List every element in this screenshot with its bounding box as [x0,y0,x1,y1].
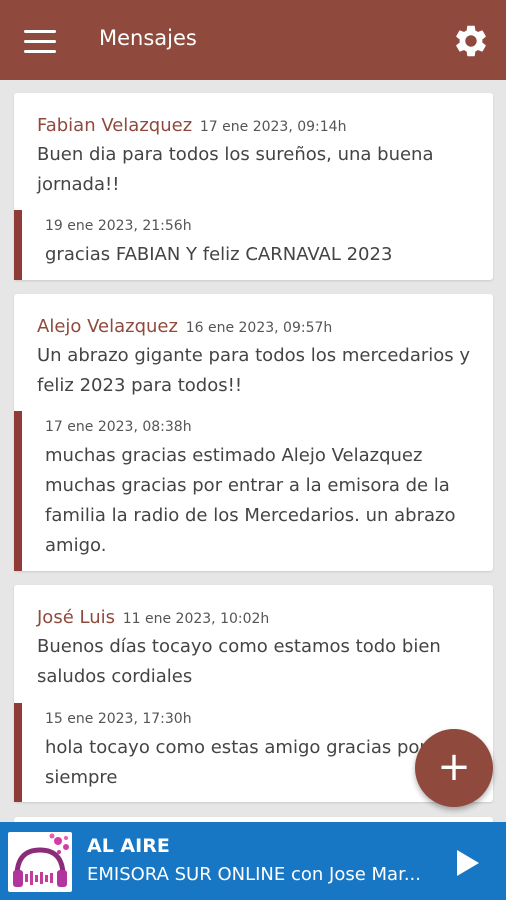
message-author: José Luis [37,607,115,628]
reply-date: 19 ene 2023, 21:56h [45,218,192,234]
play-icon[interactable] [455,849,481,877]
app-bar: Mensajes [0,0,506,80]
message-date: 16 ene 2023, 09:57h [185,320,333,336]
messages-feed[interactable]: Fabian Velazquez 17 ene 2023, 09:14h Bue… [0,80,506,822]
message-text: Un abrazo gigante para todos los merceda… [37,345,471,396]
new-message-button[interactable]: + [415,729,493,807]
radio-player-bar[interactable]: AL AIRE EMISORA SUR ONLINE con Jose Mar.… [0,822,506,900]
station-name: EMISORA SUR ONLINE con Jose Mar... [87,864,421,885]
message-card[interactable]: Fabian Velazquez 17 ene 2023, 09:14h Bue… [14,93,493,280]
message-author: Alejo Velazquez [37,316,178,337]
reply-text: gracias FABIAN Y feliz CARNAVAL 2023 [45,244,393,265]
hamburger-menu-icon[interactable] [24,30,56,53]
message-author: Fabian Velazquez [37,115,193,136]
message-card[interactable]: Alejo Velazquez 16 ene 2023, 09:57h Un a… [14,294,493,571]
message-date: 11 ene 2023, 10:02h [122,611,270,627]
plus-icon: + [437,744,471,790]
reply-date: 15 ene 2023, 17:30h [45,711,192,727]
reply-block: 17 ene 2023, 08:38h muchas gracias estim… [14,411,493,571]
reply-date: 17 ene 2023, 08:38h [45,419,192,435]
page-title: Mensajes [99,26,197,50]
reply-text: muchas gracias estimado Alejo Velazquez … [45,445,456,556]
message-text: Buenos días tocayo como estamos todo bie… [37,636,441,687]
message-header: Alejo Velazquez 16 ene 2023, 09:57h [37,316,332,337]
message-header: Fabian Velazquez 17 ene 2023, 09:14h [37,115,346,136]
gear-icon[interactable] [452,22,490,60]
live-status: AL AIRE [87,835,170,857]
reply-block: 19 ene 2023, 21:56h gracias FABIAN Y fel… [14,210,493,280]
message-date: 17 ene 2023, 09:14h [199,119,347,135]
station-logo [8,832,72,892]
message-header: José Luis 11 ene 2023, 10:02h [37,607,269,628]
message-text: Buen dia para todos los sureños, una bue… [37,144,434,195]
